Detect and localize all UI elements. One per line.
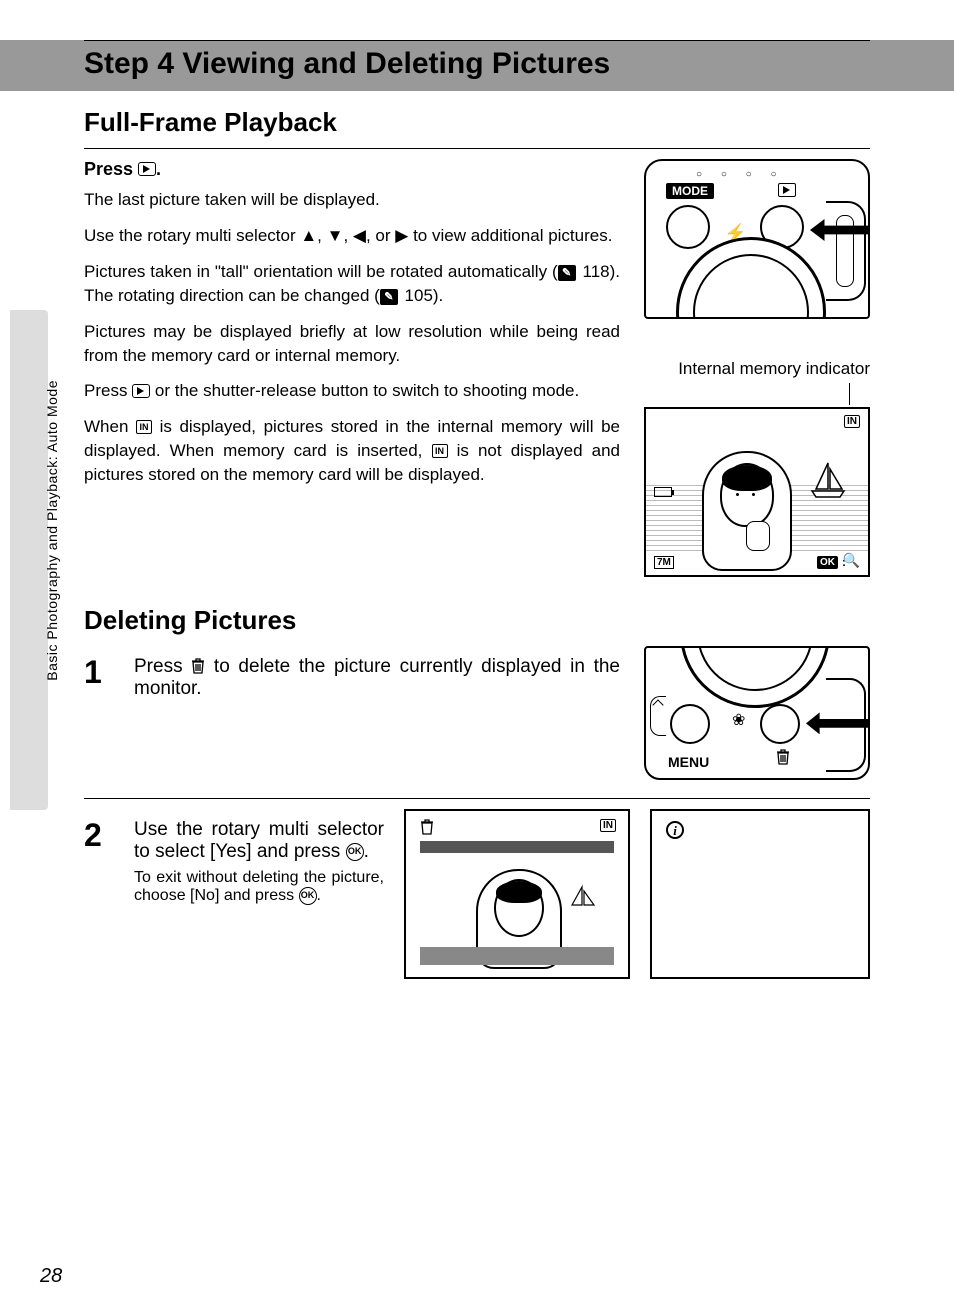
ok-button-icon: OK — [299, 887, 317, 905]
step-2: 2 Use the rotary multi selector to selec… — [84, 819, 384, 905]
play-button-marker — [778, 183, 796, 197]
mode-label: MODE — [666, 183, 714, 199]
dpad-arrows: ▲, ▼, ◀, or ▶ — [300, 224, 408, 248]
page-number: 28 — [40, 1265, 62, 1288]
divider — [84, 798, 870, 799]
page-ref-icon: ✎ — [558, 265, 576, 281]
rotary-dial — [676, 237, 826, 319]
info-icon: i — [666, 821, 684, 839]
paragraph: Pictures taken in "tall" orientation wil… — [84, 260, 620, 308]
speaker-dots: ○ ○ ○ ○ — [696, 169, 785, 180]
section-heading-playback: Full-Frame Playback — [84, 107, 870, 138]
step-number: 1 — [84, 656, 120, 700]
ok-button-icon: OK — [346, 843, 364, 861]
step-number: 2 — [84, 819, 120, 905]
trash-icon — [191, 658, 205, 674]
magnify-icon: 🔍 — [843, 552, 860, 569]
camera-bottom-illustration: ❀ MENU — [644, 646, 870, 780]
trash-icon — [776, 749, 790, 770]
in-indicator: IN — [844, 415, 860, 428]
strap-lug — [650, 696, 666, 736]
manual-page: Step 4 Viewing and Deleting Pictures Ful… — [0, 0, 954, 1314]
internal-memory-icon: IN — [432, 444, 448, 458]
size-indicator: 7M — [654, 556, 674, 569]
lcd-playback-illustration: IN 7M OK : 🔍 — [644, 407, 870, 577]
trash-icon — [420, 819, 434, 840]
paragraph: The last picture taken will be displayed… — [84, 188, 620, 212]
person-illustration — [702, 443, 792, 573]
press-play-instruction: Press . — [84, 159, 620, 180]
paragraph: Press or the shutter-release button to s… — [84, 379, 620, 403]
step-subtext: To exit without deleting the picture, ch… — [134, 869, 384, 905]
step-text: Press to delete the picture currently di… — [134, 656, 620, 700]
step-1: 1 Press to delete the picture currently … — [84, 656, 620, 700]
ok-indicator: OK — [817, 556, 838, 569]
rotary-dial — [680, 646, 830, 708]
figure-pointer — [644, 383, 870, 407]
dialog-band — [420, 947, 614, 965]
camera-top-illustration: ○ ○ ○ ○ MODE ⚡ — [644, 159, 870, 319]
paragraph: Pictures may be displayed briefly at low… — [84, 320, 620, 368]
page-ref-icon: ✎ — [380, 289, 398, 305]
sailboat-icon — [564, 883, 604, 918]
info-panel: i — [650, 809, 870, 979]
step-text: Use the rotary multi selector to select … — [134, 819, 384, 863]
mode-button — [666, 205, 710, 249]
menu-label: MENU — [668, 754, 709, 770]
section-heading-deleting: Deleting Pictures — [84, 605, 870, 636]
chapter-title-bar: Step 4 Viewing and Deleting Pictures — [0, 40, 954, 91]
chapter-title: Step 4 Viewing and Deleting Pictures — [84, 47, 870, 81]
battery-icon — [654, 487, 672, 497]
paragraph: Use the rotary multi selector ▲, ▼, ◀, o… — [84, 224, 620, 248]
figure-label: Internal memory indicator — [644, 359, 870, 379]
internal-memory-icon: IN — [136, 420, 152, 434]
play-icon — [132, 384, 150, 398]
sailboat-icon — [806, 459, 850, 499]
delete-button — [760, 704, 800, 744]
play-icon — [138, 162, 156, 176]
dialog-band — [420, 841, 614, 853]
paragraph: When IN is displayed, pictures stored in… — [84, 415, 620, 486]
macro-icon: ❀ — [732, 710, 745, 730]
menu-button — [670, 704, 710, 744]
camera-grip — [826, 201, 866, 301]
divider — [84, 148, 870, 149]
in-indicator: IN — [600, 819, 616, 832]
lcd-delete-illustration: IN — [404, 809, 630, 979]
